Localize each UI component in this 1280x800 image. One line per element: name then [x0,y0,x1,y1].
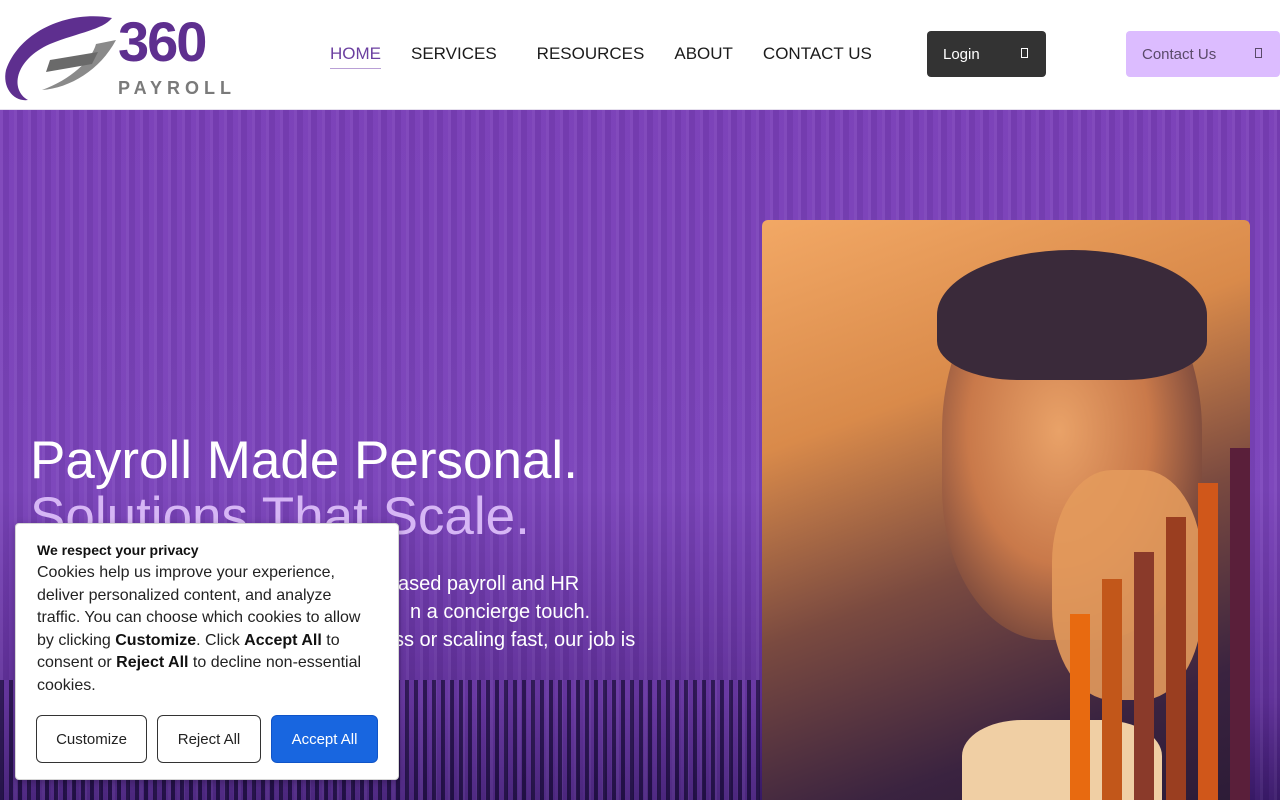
logo-number: 360 [118,10,207,73]
contact-label: Contact Us [1142,45,1217,63]
photo-hair [937,250,1207,380]
nav-contact-us[interactable]: CONTACT US [763,44,872,69]
cookie-message: Cookies help us improve your experience,… [37,564,362,694]
accept-all-button[interactable]: Accept All [271,715,378,763]
cookie-title: We respect your privacy [37,542,199,558]
decorative-bar [1134,552,1154,800]
decorative-bar [1102,579,1122,800]
nav-about[interactable]: ABOUT [674,44,733,69]
customize-button[interactable]: Customize [36,715,147,763]
photo-collar [962,720,1162,800]
swoosh-icon [5,16,116,101]
login-label: Login [943,45,980,63]
contact-us-button[interactable]: Contact Us [1126,31,1280,77]
square-icon [1021,48,1028,58]
login-button[interactable]: Login [927,31,1046,77]
logo[interactable]: 360 PAYROLL [0,6,260,106]
decorative-bar [1166,517,1186,800]
decorative-bar [1070,614,1090,800]
reject-all-button[interactable]: Reject All [157,715,261,763]
decorative-bar [1230,448,1250,800]
square-icon [1255,48,1262,58]
cookie-consent-dialog: We respect your privacy Cookies help us … [15,523,399,780]
decorative-bar [1198,483,1218,800]
hero-title: Payroll Made Personal. [30,431,578,490]
nav-resources[interactable]: RESOURCES [537,44,645,69]
nav-home[interactable]: HOME [330,44,381,69]
logo-wordmark: PAYROLL [118,78,237,98]
main-nav: HOME SERVICES RESOURCES ABOUT CONTACT US [330,44,902,69]
nav-services[interactable]: SERVICES [411,44,497,69]
site-header: 360 PAYROLL HOME SERVICES RESOURCES ABOU… [0,0,1280,110]
